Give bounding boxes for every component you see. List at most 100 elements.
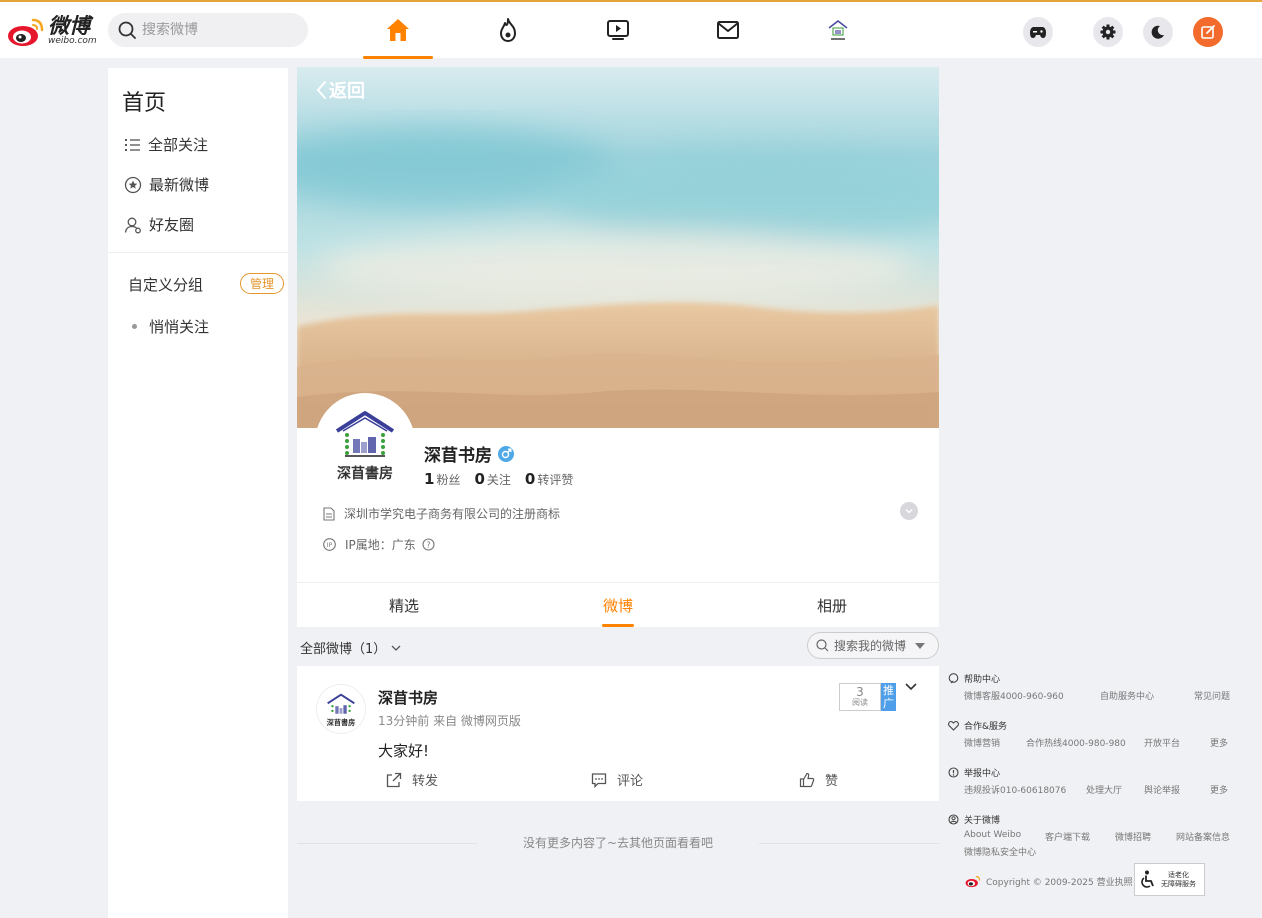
comment-label: 评论 — [617, 774, 644, 789]
footer-link[interactable]: 舆论举报 — [1144, 783, 1180, 796]
accessibility-button[interactable]: 适老化 无障碍服务 — [1134, 863, 1205, 896]
like-button[interactable]: 赞 — [799, 770, 838, 789]
company-text: 深圳市学究电子商务有限公司的注册商标 — [344, 507, 561, 521]
divider-line — [759, 843, 939, 844]
footer-link[interactable]: About Weibo — [964, 830, 1021, 840]
top-navigation-bar: 微博 weibo.com — [0, 0, 1262, 59]
game-icon — [1030, 27, 1046, 38]
nav-hot[interactable] — [494, 16, 522, 44]
settings-button[interactable] — [1093, 17, 1123, 47]
profile-avatar[interactable]: 深苜書房 — [315, 393, 415, 493]
comment-icon — [591, 772, 607, 788]
left-sidebar: 首页 全部关注 最新微博 好友圈 自定义分组 管理 悄悄关注 — [108, 68, 288, 918]
sidebar-item-all-follows[interactable]: 全部关注 — [124, 134, 208, 155]
footer-link[interactable]: 微博客服4000-960-960 — [964, 689, 1064, 702]
global-search-input[interactable] — [142, 22, 292, 38]
footer-link[interactable]: 更多 — [1210, 783, 1228, 796]
tab-weibo[interactable]: 微博 — [511, 583, 725, 627]
sidebar-item-secret-follows[interactable]: 悄悄关注 — [128, 316, 209, 337]
footer-link[interactable]: 违规投诉010-60618076 — [964, 783, 1066, 796]
friends-icon — [124, 217, 141, 233]
compose-button[interactable] — [1193, 17, 1223, 47]
like-icon — [799, 772, 815, 787]
logo-text: 微博 — [48, 14, 90, 38]
stat-interactions: 0 转评赞 — [524, 470, 574, 488]
sidebar-item-label: 悄悄关注 — [149, 318, 210, 336]
post-actions: 转发 评论 赞 — [297, 770, 939, 794]
profile-cover-image — [297, 67, 939, 428]
footer-link[interactable]: 自助服务中心 — [1100, 689, 1154, 702]
profile-stats: 1 粉丝 0 关注 0 转评赞 — [424, 470, 587, 488]
footer-cooperation: 合作&服务 微博营销 合作热线4000-980-980 开放平台 更多 — [948, 719, 1233, 750]
help-icon — [948, 673, 959, 684]
document-icon — [323, 506, 335, 521]
weibo-logo[interactable]: 微博 weibo.com — [6, 14, 97, 48]
alert-icon — [948, 767, 959, 778]
nav-messages[interactable] — [714, 16, 742, 44]
footer-report: 举报中心 违规投诉010-60618076 处理大厅 舆论举报 更多 — [948, 766, 1233, 797]
custom-group-title: 自定义分组 — [128, 276, 204, 294]
repost-button[interactable]: 转发 — [386, 770, 438, 789]
footer-link[interactable]: 微博招聘 — [1115, 830, 1151, 843]
profile-name: 深苜书房 — [424, 441, 514, 466]
footer-link[interactable]: 微博营销 — [964, 736, 1000, 749]
feed-filter-label: 全部微博（1） — [300, 642, 387, 657]
bullet-icon — [132, 324, 137, 329]
help-circle-icon[interactable]: ? — [422, 538, 435, 551]
footer-link[interactable]: 微博隐私安全中心 — [964, 845, 1036, 858]
stat-followers[interactable]: 1 粉丝 — [424, 470, 460, 488]
tab-featured[interactable]: 精选 — [297, 583, 511, 627]
footer-link[interactable]: 合作热线4000-980-980 — [1026, 736, 1126, 749]
global-search-box[interactable] — [108, 13, 308, 47]
sidebar-item-label: 最新微博 — [149, 176, 210, 194]
home-icon — [387, 19, 409, 41]
post-text: 大家好! — [378, 742, 430, 760]
weibo-eye-logo-icon — [965, 875, 981, 888]
footer-help: 帮助中心 微博客服4000-960-960 自助服务中心 常见问题 — [948, 672, 1233, 703]
footer-link[interactable]: 更多 — [1210, 736, 1228, 749]
avatar-caption: 深苜書房 — [337, 465, 393, 482]
stat-following[interactable]: 0 关注 — [474, 470, 510, 488]
promote-button[interactable]: 推广 — [881, 683, 896, 711]
repost-label: 转发 — [412, 774, 439, 789]
footer-link[interactable]: 常见问题 — [1194, 689, 1230, 702]
hot-fire-icon — [500, 18, 516, 42]
video-icon — [607, 20, 629, 40]
post-author-name[interactable]: 深苜书房 — [378, 687, 438, 708]
post-menu-button[interactable] — [904, 680, 918, 696]
post-meta: 13分钟前 来自 微博网页版 — [378, 714, 521, 728]
chevron-down-icon — [905, 683, 917, 691]
mail-icon — [717, 21, 739, 39]
sidebar-item-friends[interactable]: 好友圈 — [124, 214, 194, 235]
bookhouse-logo-icon: 深苜書房 — [335, 411, 395, 482]
footer-link[interactable]: 网站备案信息 — [1176, 830, 1230, 843]
manage-groups-button[interactable]: 管理 — [240, 273, 284, 294]
sidebar-title: 首页 — [122, 91, 167, 116]
copyright-text[interactable]: Copyright © 2009-2025 营业执照 — [986, 875, 1133, 888]
male-gender-icon — [498, 445, 514, 462]
post-author-avatar[interactable]: 深苜書房 — [316, 684, 366, 734]
dark-mode-button[interactable] — [1143, 17, 1173, 47]
nav-video[interactable] — [604, 16, 632, 44]
footer-link[interactable]: 开放平台 — [1144, 736, 1180, 749]
star-circle-icon — [124, 176, 142, 193]
reads-label: 阅读 — [852, 698, 868, 708]
copyright: Copyright © 2009-2025 营业执照 — [964, 874, 1133, 888]
footer-about: 关于微博 About Weibo 客户端下载 微博招聘 网站备案信息 微博隐私安… — [948, 813, 1233, 859]
tab-album[interactable]: 相册 — [725, 583, 939, 627]
my-weibo-search[interactable]: 搜索我的微博 — [807, 632, 939, 659]
post-reads-counter: 3 阅读 — [839, 683, 881, 711]
feed-filter-dropdown[interactable]: 全部微博（1） — [300, 638, 402, 657]
expand-info-button[interactable] — [900, 502, 918, 520]
sidebar-divider — [108, 252, 288, 253]
nav-home[interactable] — [384, 16, 412, 44]
footer-link[interactable]: 客户端下载 — [1045, 830, 1090, 843]
sidebar-item-latest[interactable]: 最新微博 — [124, 174, 209, 195]
footer-link[interactable]: 处理大厅 — [1086, 783, 1122, 796]
comment-button[interactable]: 评论 — [591, 770, 643, 789]
svg-text:IP: IP — [327, 542, 333, 549]
my-weibo-search-placeholder: 搜索我的微博 — [834, 639, 907, 653]
nav-profile[interactable] — [824, 16, 852, 44]
back-button[interactable]: 返回 — [315, 77, 365, 103]
game-button[interactable] — [1023, 17, 1053, 47]
